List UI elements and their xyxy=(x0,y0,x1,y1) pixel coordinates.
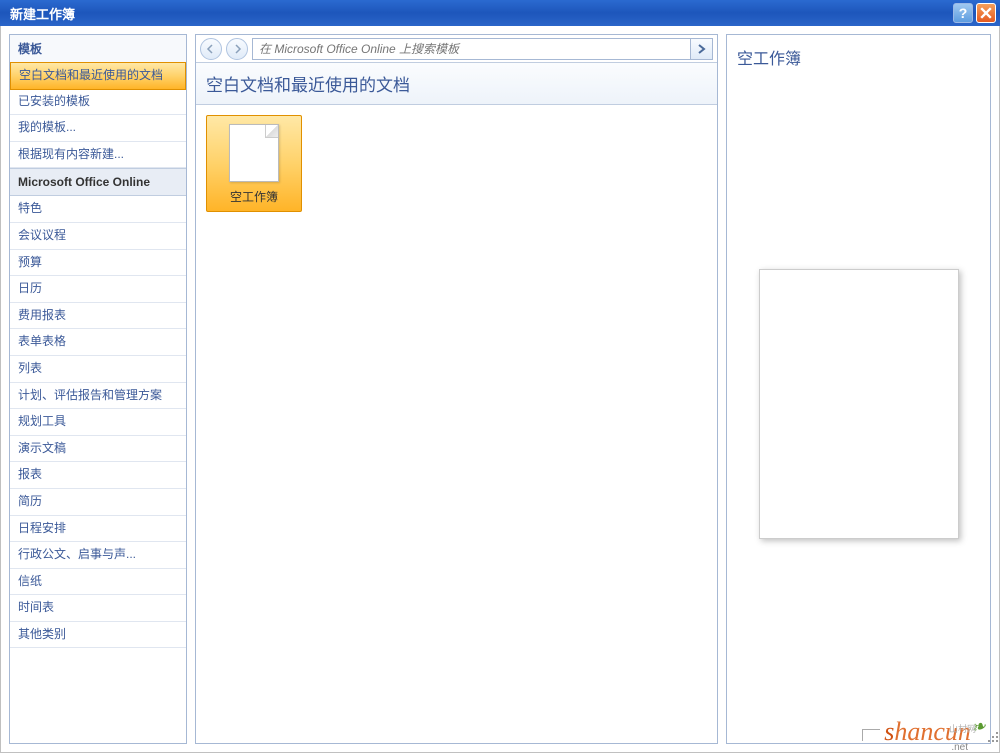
sidebar-item-label: 规划工具 xyxy=(18,414,66,428)
sidebar-item-new-from-existing[interactable]: 根据现有内容新建... xyxy=(10,142,186,169)
window-title: 新建工作簿 xyxy=(10,4,953,23)
sidebar-item-label: 简历 xyxy=(18,494,42,508)
sidebar-item-label: 预算 xyxy=(18,255,42,269)
sidebar-item-reports[interactable]: 报表 xyxy=(10,462,186,489)
sidebar-item-my-templates[interactable]: 我的模板... xyxy=(10,115,186,142)
preview-title: 空工作簿 xyxy=(737,45,980,69)
sidebar: 模板 空白文档和最近使用的文档 已安装的模板 我的模板... 根据现有内容新建.… xyxy=(9,34,187,744)
preview-document xyxy=(759,269,959,539)
dialog-body: 模板 空白文档和最近使用的文档 已安装的模板 我的模板... 根据现有内容新建.… xyxy=(0,26,1000,753)
search-box xyxy=(252,38,713,60)
sidebar-item-expense-reports[interactable]: 费用报表 xyxy=(10,303,186,330)
arrow-left-icon xyxy=(206,44,216,54)
sidebar-item-timesheets[interactable]: 时间表 xyxy=(10,595,186,622)
sidebar-item-label: 行政公文、启事与声... xyxy=(18,547,136,561)
sidebar-item-installed-templates[interactable]: 已安装的模板 xyxy=(10,89,186,116)
sidebar-item-budgets[interactable]: 预算 xyxy=(10,250,186,277)
document-icon xyxy=(229,124,279,182)
sidebar-item-letters[interactable]: 信纸 xyxy=(10,569,186,596)
sidebar-item-planners[interactable]: 规划工具 xyxy=(10,409,186,436)
templates-area: 空工作簿 xyxy=(196,105,717,743)
window-controls: ? xyxy=(953,3,996,23)
search-go-button[interactable] xyxy=(690,39,712,59)
sidebar-item-label: 演示文稿 xyxy=(18,441,66,455)
sidebar-item-label: 特色 xyxy=(18,201,42,215)
sidebar-item-label: 信纸 xyxy=(18,574,42,588)
sidebar-item-label: 费用报表 xyxy=(18,308,66,322)
sidebar-item-stationery[interactable]: 行政公文、启事与声... xyxy=(10,542,186,569)
sidebar-item-blank-recent[interactable]: 空白文档和最近使用的文档 xyxy=(10,62,186,90)
sidebar-item-resumes[interactable]: 简历 xyxy=(10,489,186,516)
sidebar-item-schedules[interactable]: 日程安排 xyxy=(10,516,186,543)
sidebar-item-label: 会议议程 xyxy=(18,228,66,242)
sidebar-item-lists[interactable]: 列表 xyxy=(10,356,186,383)
arrow-right-icon xyxy=(696,43,708,55)
help-button[interactable]: ? xyxy=(953,3,973,23)
sidebar-item-more-categories[interactable]: 其他类别 xyxy=(10,622,186,649)
sidebar-item-label: 日历 xyxy=(18,281,42,295)
forward-button[interactable] xyxy=(226,38,248,60)
sidebar-item-featured[interactable]: 特色 xyxy=(10,196,186,223)
sidebar-item-label: 其他类别 xyxy=(18,627,66,641)
search-input[interactable] xyxy=(253,39,690,59)
sidebar-item-label: 我的模板... xyxy=(18,120,76,134)
sidebar-item-presentations[interactable]: 演示文稿 xyxy=(10,436,186,463)
nav-bar xyxy=(196,35,717,63)
titlebar: 新建工作簿 ? xyxy=(0,0,1000,26)
template-blank-workbook[interactable]: 空工作簿 xyxy=(206,115,302,212)
arrow-right-icon xyxy=(232,44,242,54)
sidebar-item-label: 表单表格 xyxy=(18,334,66,348)
section-title: 空白文档和最近使用的文档 xyxy=(196,63,717,105)
sidebar-item-plans[interactable]: 计划、评估报告和管理方案 xyxy=(10,383,186,410)
back-button[interactable] xyxy=(200,38,222,60)
sidebar-item-label: 日程安排 xyxy=(18,521,66,535)
sidebar-item-label: 报表 xyxy=(18,467,42,481)
center-pane: 空白文档和最近使用的文档 空工作簿 xyxy=(195,34,718,744)
sidebar-item-label: 计划、评估报告和管理方案 xyxy=(18,388,162,402)
sidebar-item-label: 根据现有内容新建... xyxy=(18,147,124,161)
sidebar-section-office-online: Microsoft Office Online xyxy=(10,168,186,196)
sidebar-item-label: 时间表 xyxy=(18,600,54,614)
sidebar-item-calendars[interactable]: 日历 xyxy=(10,276,186,303)
close-icon xyxy=(980,7,992,19)
sidebar-item-label: 已安装的模板 xyxy=(18,94,90,108)
sidebar-header: 模板 xyxy=(10,35,186,63)
preview-pane: 空工作簿 xyxy=(726,34,991,744)
sidebar-item-forms[interactable]: 表单表格 xyxy=(10,329,186,356)
sidebar-item-agendas[interactable]: 会议议程 xyxy=(10,223,186,250)
close-button[interactable] xyxy=(976,3,996,23)
sidebar-item-label: 列表 xyxy=(18,361,42,375)
template-label: 空工作簿 xyxy=(211,188,297,205)
sidebar-item-label: 空白文档和最近使用的文档 xyxy=(19,68,163,82)
